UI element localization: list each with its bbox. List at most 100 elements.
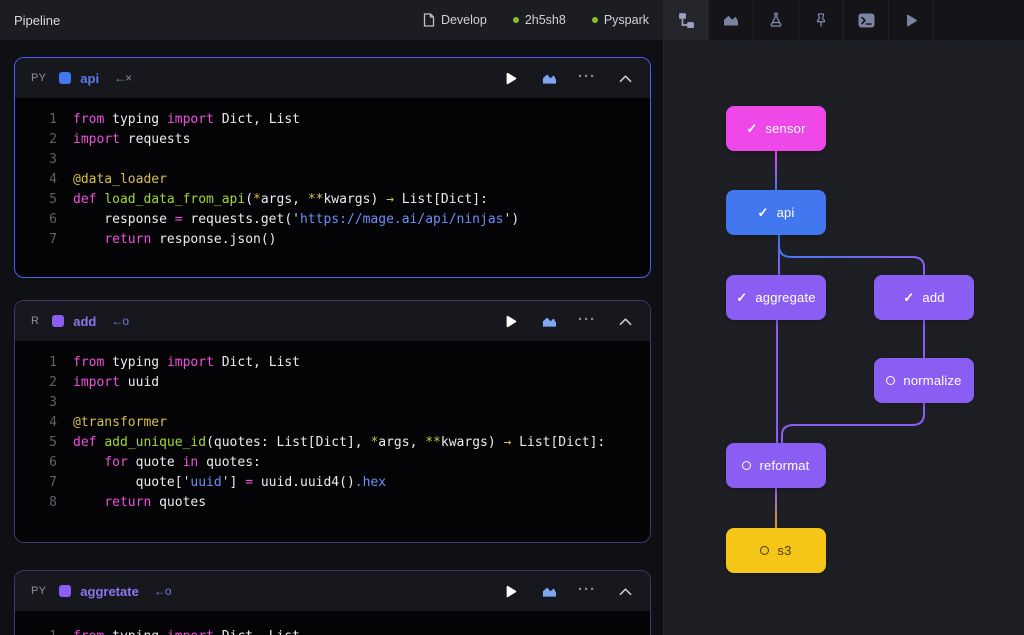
line-number: 2 <box>15 130 57 150</box>
toolbar-terminal-view-button[interactable] <box>844 0 889 40</box>
pending-circle-icon <box>760 546 769 555</box>
play-icon <box>504 314 518 329</box>
play-icon <box>904 13 919 28</box>
toolbar-graph-view-button[interactable] <box>664 0 709 40</box>
graph-node-normalize[interactable]: normalize <box>874 358 974 403</box>
code-line: 1from typing import Dict, List <box>15 353 650 373</box>
toolbar-charts-view-button[interactable] <box>709 0 754 40</box>
code-line: 8 return quotes <box>15 493 650 513</box>
graph-node-reformat[interactable]: reformat <box>726 443 826 488</box>
block-title: aggretate <box>80 584 139 599</box>
code-line: 3 <box>15 150 650 170</box>
check-icon: ✓ <box>746 121 757 137</box>
area-chart-icon <box>542 71 557 86</box>
toolbar-experiments-view-button[interactable] <box>754 0 799 40</box>
line-number: 1 <box>15 110 57 130</box>
graph-node-sensor[interactable]: ✓sensor <box>726 106 826 151</box>
add-chart-button[interactable] <box>540 584 558 599</box>
code-line: 7 return response.json() <box>15 230 650 250</box>
area-chart-icon <box>723 12 739 28</box>
code-editor[interactable]: 1from typing import Dict, List2import re… <box>15 98 650 250</box>
side-toolbar <box>663 0 1024 40</box>
top-bar: Pipeline Develop 2h5sh8 Pyspark <box>0 0 663 40</box>
run-block-button[interactable] <box>502 71 520 86</box>
document-icon <box>423 13 435 27</box>
editor-panel: PY api ←× ··· 1from typing import Dict, … <box>0 40 663 635</box>
code-line: 1from typing import Dict, List <box>15 627 650 635</box>
graph-node-add[interactable]: ✓ add <box>874 275 974 320</box>
block-more-menu-button[interactable]: ··· <box>578 311 596 328</box>
code-line: 7 quote['uuid'] = uuid.uuid4().hex <box>15 473 650 493</box>
graph-edge-normalize-reformat <box>782 403 924 443</box>
graph-node-label: add <box>922 290 944 305</box>
code-editor[interactable]: 1from typing import Dict, List2import uu… <box>15 341 650 513</box>
block-language-label: PY <box>31 585 46 597</box>
play-icon <box>504 71 518 86</box>
terminal-icon <box>858 13 875 28</box>
code-editor[interactable]: 1from typing import Dict, List <box>15 611 650 635</box>
block-title: add <box>73 314 96 329</box>
collapse-block-button[interactable] <box>616 74 634 83</box>
line-number: 4 <box>15 170 57 190</box>
block-language-label: PY <box>31 72 46 84</box>
add-chart-button[interactable] <box>540 71 558 86</box>
block-more-menu-button[interactable]: ··· <box>578 581 596 598</box>
block-connection-icon[interactable]: ←o <box>111 314 128 328</box>
page-title: Pipeline <box>14 13 60 28</box>
block-color-square-icon <box>52 315 64 327</box>
code-block-aggretate: PY aggretate ←o ··· 1from typing import … <box>14 570 651 635</box>
dependency-graph-panel: ✓sensor✓api✓aggregate✓addnormalizereform… <box>663 40 1024 635</box>
collapse-block-button[interactable] <box>616 587 634 596</box>
graph-node-label: aggregate <box>755 290 815 305</box>
collapse-block-button[interactable] <box>616 317 634 326</box>
line-number: 2 <box>15 373 57 393</box>
block-connection-icon[interactable]: ←o <box>154 584 171 598</box>
graph-node-api[interactable]: ✓api <box>726 190 826 235</box>
chevron-up-icon <box>619 317 632 326</box>
block-connection-icon[interactable]: ←× <box>114 71 131 85</box>
pipeline-uuid-badge[interactable]: 2h5sh8 <box>513 13 566 27</box>
code-block-api: PY api ←× ··· 1from typing import Dict, … <box>14 57 651 278</box>
code-line: 3 <box>15 393 650 413</box>
line-number: 8 <box>15 493 57 513</box>
code-line: 6 response = requests.get('https://mage.… <box>15 210 650 230</box>
line-number: 5 <box>15 190 57 210</box>
area-chart-icon <box>542 584 557 599</box>
status-dot-icon <box>592 17 598 23</box>
code-line: 1from typing import Dict, List <box>15 110 650 130</box>
graph-tree-icon <box>678 12 695 29</box>
kernel-badge[interactable]: Pyspark <box>592 13 649 27</box>
line-number: 6 <box>15 210 57 230</box>
code-line: 2import uuid <box>15 373 650 393</box>
pending-circle-icon <box>742 461 751 470</box>
graph-node-label: reformat <box>759 458 809 473</box>
toolbar-run-view-button[interactable] <box>889 0 934 40</box>
line-number: 1 <box>15 627 57 635</box>
develop-label: Develop <box>441 13 487 27</box>
check-icon: ✓ <box>757 205 768 221</box>
graph-node-aggregate[interactable]: ✓ aggregate <box>726 275 826 320</box>
run-block-button[interactable] <box>502 584 520 599</box>
block-more-menu-button[interactable]: ··· <box>578 68 596 85</box>
check-icon: ✓ <box>736 290 747 306</box>
code-line: 4@data_loader <box>15 170 650 190</box>
graph-node-s3[interactable]: s3 <box>726 528 826 573</box>
line-number: 4 <box>15 413 57 433</box>
graph-node-label: normalize <box>903 373 961 388</box>
run-block-button[interactable] <box>502 314 520 329</box>
add-chart-button[interactable] <box>540 314 558 329</box>
graph-node-label: s3 <box>777 543 791 558</box>
check-icon: ✓ <box>903 290 914 306</box>
line-number: 5 <box>15 433 57 453</box>
chevron-up-icon <box>619 74 632 83</box>
play-icon <box>504 584 518 599</box>
develop-button[interactable]: Develop <box>423 13 487 27</box>
toolbar-pin-view-button[interactable] <box>799 0 844 40</box>
line-number: 6 <box>15 453 57 473</box>
graph-edges <box>664 40 1024 635</box>
line-number: 7 <box>15 230 57 250</box>
block-title: api <box>80 71 99 86</box>
line-number: 3 <box>15 150 57 170</box>
block-header: R add ←o ··· <box>15 301 650 341</box>
block-language-label: R <box>31 315 39 327</box>
